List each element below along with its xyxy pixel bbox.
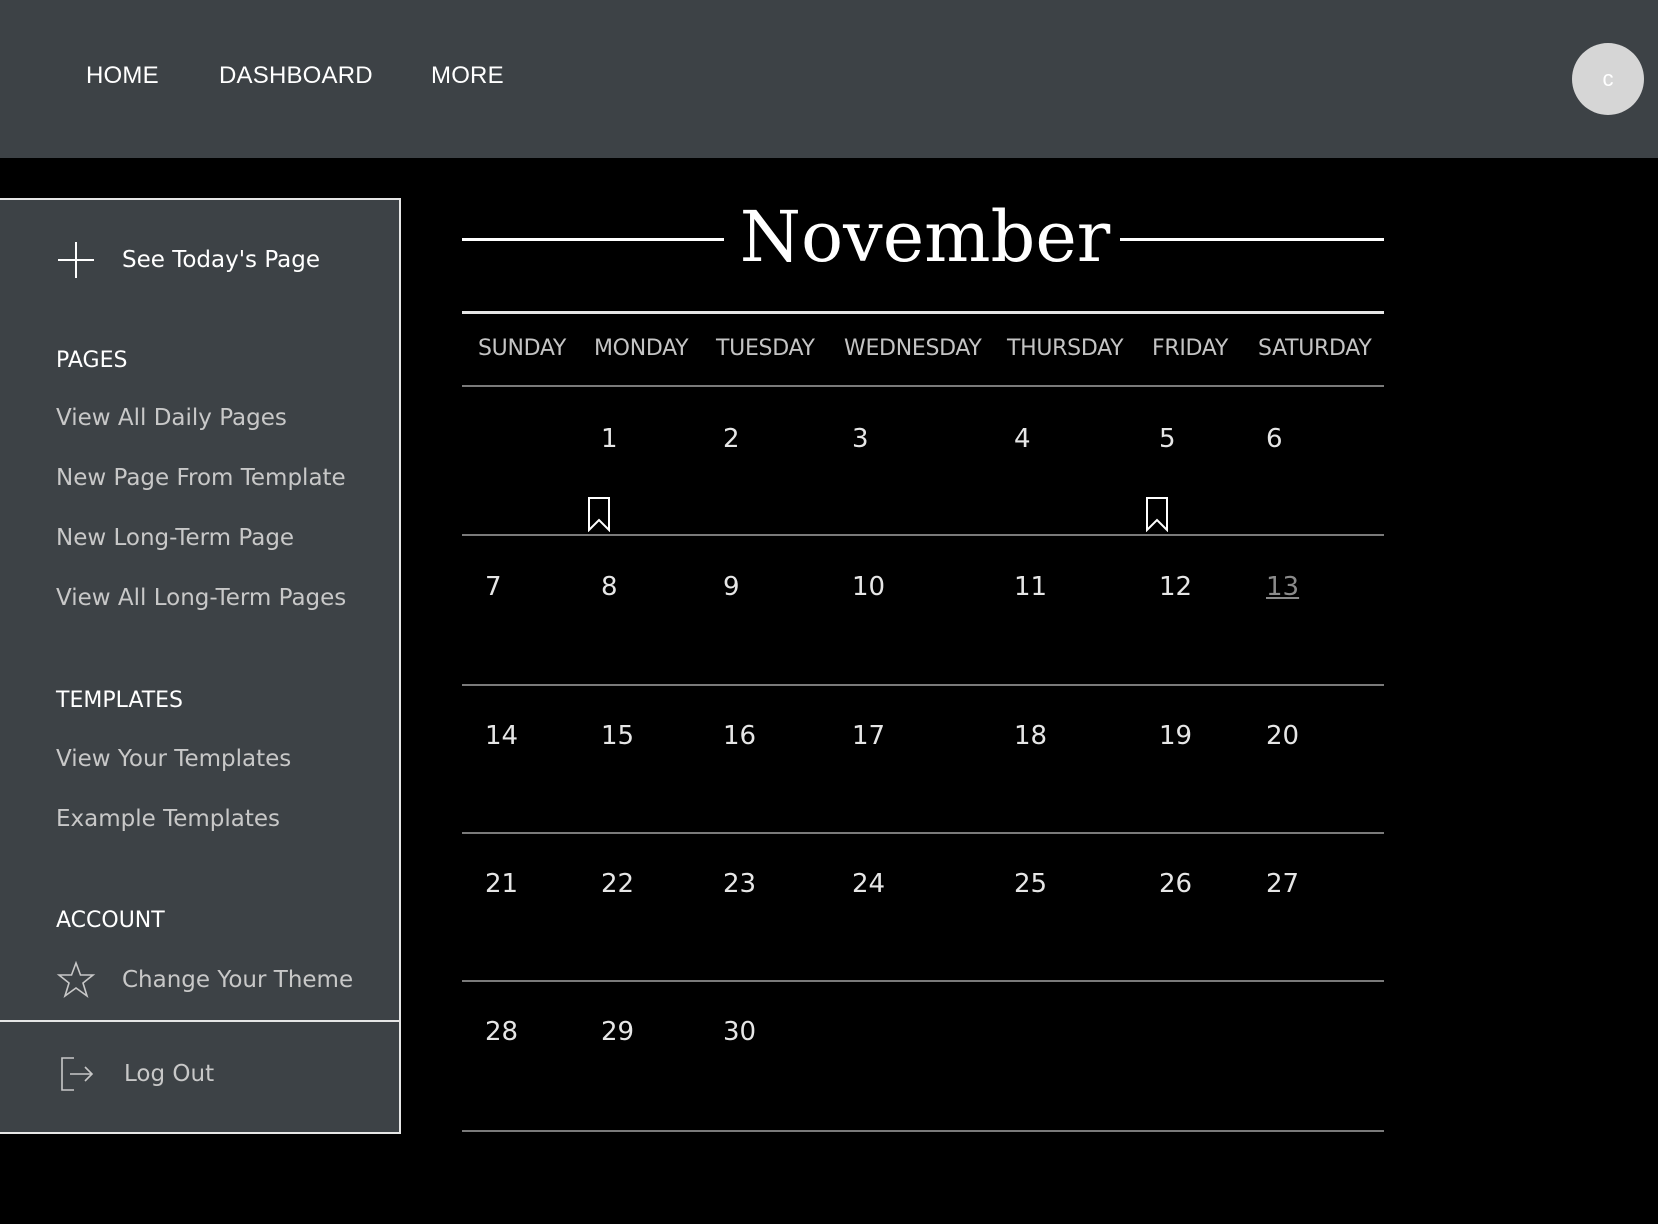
calendar-day-11[interactable]: 11: [1014, 572, 1047, 602]
calendar-day-14[interactable]: 14: [485, 721, 518, 751]
calendar-bottom-rule: [462, 1130, 1384, 1132]
calendar-day-1[interactable]: 1: [601, 424, 618, 454]
calendar-day-12[interactable]: 12: [1159, 572, 1192, 602]
calendar-top-rule: [462, 311, 1384, 314]
calendar-day-19[interactable]: 19: [1159, 721, 1192, 751]
calendar-day-27[interactable]: 27: [1266, 869, 1299, 899]
calendar-day-6[interactable]: 6: [1266, 424, 1283, 454]
weekday-thursday: THURSDAY: [1007, 336, 1124, 361]
sidebar: See Today's Page PAGES View All Daily Pa…: [0, 198, 401, 1025]
calendar-day-9[interactable]: 9: [723, 572, 740, 602]
week-rule: [462, 980, 1384, 982]
calendar-day-26[interactable]: 26: [1159, 869, 1192, 899]
templates-heading: TEMPLATES: [56, 688, 183, 713]
nav-more[interactable]: MORE: [431, 62, 504, 90]
log-out-label: Log Out: [124, 1061, 215, 1087]
month-title-rule-right: [1120, 238, 1384, 241]
calendar-day-22[interactable]: 22: [601, 869, 634, 899]
account-heading: ACCOUNT: [56, 908, 165, 933]
new-long-term-page-link[interactable]: New Long-Term Page: [56, 525, 294, 551]
calendar-day-4[interactable]: 4: [1014, 424, 1031, 454]
see-todays-page-label: See Today's Page: [122, 247, 321, 273]
weekday-sunday: SUNDAY: [478, 336, 567, 361]
calendar-day-2[interactable]: 2: [723, 424, 740, 454]
calendar-day-18[interactable]: 18: [1014, 721, 1047, 751]
plus-icon: [58, 242, 94, 278]
weekday-monday: MONDAY: [594, 336, 689, 361]
calendar-day-29[interactable]: 29: [601, 1017, 634, 1047]
calendar-day-10[interactable]: 10: [852, 572, 885, 602]
calendar-day-28[interactable]: 28: [485, 1017, 518, 1047]
sidebar-footer: Log Out: [0, 1020, 401, 1134]
logout-icon: [61, 1057, 94, 1091]
change-theme-label: Change Your Theme: [122, 967, 354, 993]
week-rule: [462, 534, 1384, 536]
calendar-day-23[interactable]: 23: [723, 869, 756, 899]
star-icon: [56, 960, 96, 999]
new-page-from-template-link[interactable]: New Page From Template: [56, 465, 346, 491]
view-all-long-term-pages-link[interactable]: View All Long-Term Pages: [56, 585, 346, 611]
weekday-tuesday: TUESDAY: [716, 336, 815, 361]
calendar-day-24[interactable]: 24: [852, 869, 885, 899]
calendar-day-8[interactable]: 8: [601, 572, 618, 602]
bookmark-icon[interactable]: [587, 496, 611, 532]
calendar-day-7[interactable]: 7: [485, 572, 502, 602]
week-rule: [462, 832, 1384, 834]
change-theme-button[interactable]: Change Your Theme: [56, 960, 353, 1000]
calendar-day-5[interactable]: 5: [1159, 424, 1176, 454]
calendar-day-20[interactable]: 20: [1266, 721, 1299, 751]
example-templates-link[interactable]: Example Templates: [56, 806, 280, 832]
month-title-rule-left: [462, 238, 724, 241]
calendar-day-16[interactable]: 16: [723, 721, 756, 751]
weekday-wednesday: WEDNESDAY: [844, 336, 982, 361]
weekday-friday: FRIDAY: [1152, 336, 1228, 361]
weekday-row-rule: [462, 385, 1384, 387]
calendar-day-3[interactable]: 3: [852, 424, 869, 454]
log-out-button[interactable]: Log Out: [60, 1056, 214, 1092]
calendar-day-21[interactable]: 21: [485, 869, 518, 899]
calendar-day-17[interactable]: 17: [852, 721, 885, 751]
weekday-saturday: SATURDAY: [1258, 336, 1372, 361]
see-todays-page-button[interactable]: See Today's Page: [56, 240, 320, 280]
week-rule: [462, 684, 1384, 686]
bookmark-icon[interactable]: [1145, 496, 1169, 532]
calendar-day-15[interactable]: 15: [601, 721, 634, 751]
nav-dashboard[interactable]: DASHBOARD: [219, 62, 373, 90]
nav-home[interactable]: HOME: [86, 62, 159, 90]
calendar-day-30[interactable]: 30: [723, 1017, 756, 1047]
month-title: November: [739, 196, 1111, 278]
calendar-day-13[interactable]: 13: [1266, 572, 1299, 602]
view-all-daily-pages-link[interactable]: View All Daily Pages: [56, 405, 287, 431]
user-avatar[interactable]: c: [1572, 43, 1644, 115]
top-navigation-bar: HOME DASHBOARD MORE c: [0, 0, 1658, 158]
pages-heading: PAGES: [56, 348, 128, 373]
calendar-day-25[interactable]: 25: [1014, 869, 1047, 899]
view-your-templates-link[interactable]: View Your Templates: [56, 746, 291, 772]
